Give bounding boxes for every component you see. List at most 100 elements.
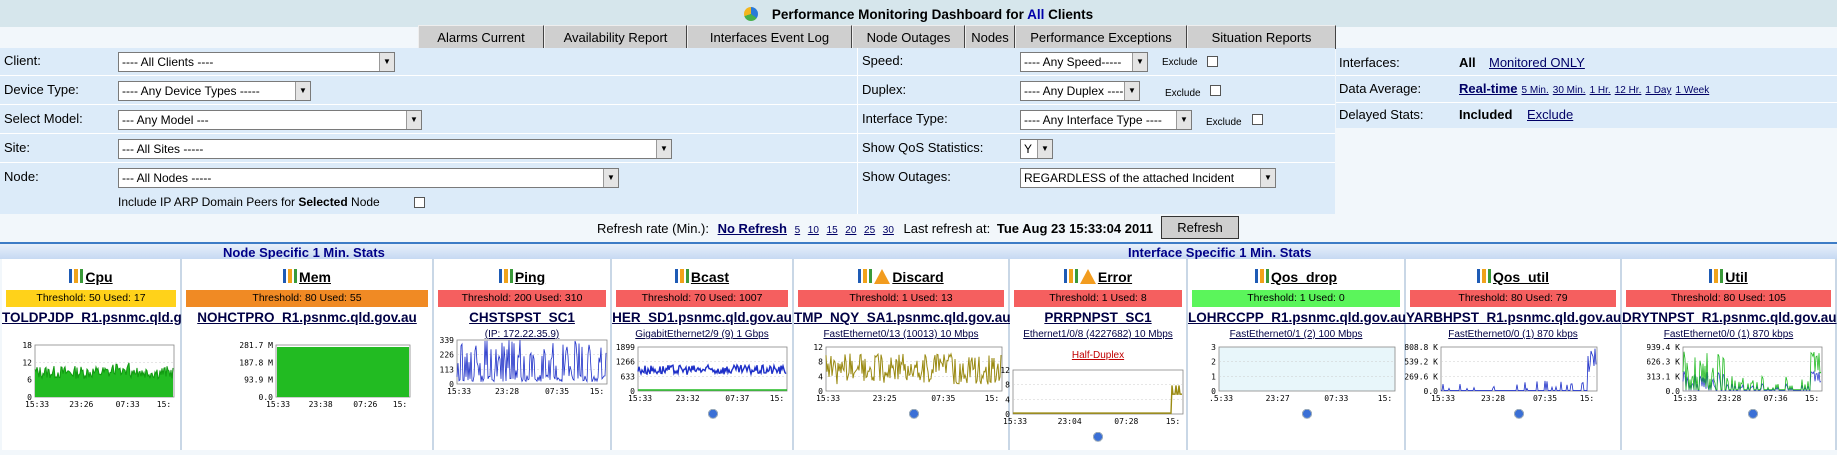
drilldown-icon[interactable]: [904, 405, 924, 421]
stat-chart[interactable]: 18991266633015:33 23:32 07:37 15:: [602, 342, 811, 406]
stat-title[interactable]: Cpu: [2, 269, 180, 285]
outages-select[interactable]: REGARDLESS of the attached Incident ▼: [1020, 168, 1276, 188]
stat-title[interactable]: Mem: [182, 269, 432, 285]
duplex-exclude-checkbox[interactable]: [1210, 85, 1221, 96]
duplex-warning-link[interactable]: Half-Duplex: [1010, 350, 1186, 361]
stat-title-link[interactable]: Qos_util: [1493, 269, 1549, 285]
interface-link[interactable]: FastEthernet0/0 (1) 870 kbps: [1622, 329, 1835, 340]
duplex-select[interactable]: ---- Any Duplex ---- ▼: [1020, 81, 1140, 101]
include-arp-checkbox[interactable]: [414, 197, 425, 208]
chevron-down-icon: ▼: [603, 169, 618, 187]
interface-link[interactable]: FastEthernet0/0 (1) 870 kbps: [1406, 329, 1620, 340]
stat-chart[interactable]: 808.8 K539.2 K269.6 K0.015:33 23:28 07:35 1…: [1405, 342, 1621, 406]
interface-type-select[interactable]: ---- Any Interface Type ---- ▼: [1020, 110, 1192, 130]
device-link[interactable]: HER_SD1.psnmc.qld.gov.au: [612, 310, 792, 325]
delayed-exclude-link[interactable]: Exclude: [1527, 107, 1573, 122]
interface-link[interactable]: FastEthernet0/13 (10013) 10 Mbps: [794, 329, 1008, 340]
speed-exclude-checkbox[interactable]: [1207, 56, 1218, 67]
interface-link[interactable]: GigabitEthernet2/9 (9) 1 Gbps: [612, 329, 792, 340]
node-select[interactable]: --- All Nodes ----- ▼: [118, 168, 619, 188]
stat-title-link[interactable]: Bcast: [691, 269, 729, 285]
stat-title[interactable]: Qos_util: [1406, 269, 1620, 285]
stat-title[interactable]: Bcast: [612, 269, 792, 285]
interface-link[interactable]: FastEthernet0/1 (2) 100 Mbps: [1188, 329, 1404, 340]
client-select[interactable]: ---- All Clients ---- ▼: [118, 52, 395, 72]
drilldown-icon[interactable]: [1509, 405, 1529, 421]
tab-availability-report[interactable]: Availability Report: [544, 25, 687, 49]
chart-plot-area: [1218, 346, 1396, 392]
drilldown-icon[interactable]: [1742, 405, 1763, 421]
avg-30min-link[interactable]: 30 Min.: [1553, 85, 1586, 96]
threshold-badge: Threshold: 1 Used: 8: [1014, 290, 1182, 307]
device-link[interactable]: YARBHPST_R1.psnmc.qld.gov.au: [1406, 310, 1621, 325]
stat-chart[interactable]: 339226113015:33 23:28 07:35 15:: [421, 335, 631, 399]
stat-title[interactable]: Util: [1622, 269, 1835, 285]
avg-1week-link[interactable]: 1 Week: [1676, 85, 1710, 96]
refresh-20-link[interactable]: 20: [845, 225, 856, 236]
include-arp-label: Include IP ARP Domain Peers for Selected…: [118, 195, 380, 209]
y-tick-label: 633: [621, 372, 636, 381]
refresh-button[interactable]: Refresh: [1161, 216, 1239, 239]
tab-alarms-current[interactable]: Alarms Current: [418, 25, 544, 49]
site-select[interactable]: --- All Sites ----- ▼: [118, 139, 672, 159]
interface-type-exclude-checkbox[interactable]: [1252, 114, 1263, 125]
stat-title-link[interactable]: Ping: [515, 269, 545, 285]
avg-1hr-link[interactable]: 1 Hr.: [1590, 85, 1611, 96]
stat-title[interactable]: Error: [1010, 269, 1186, 285]
device-link[interactable]: NOHCTPRO_R1.psnmc.qld.gov.au: [182, 310, 432, 325]
stat-title[interactable]: Qos_drop: [1188, 269, 1404, 285]
interface-link[interactable]: Ethernet1/0/8 (4227682) 10 Mbps: [1010, 329, 1186, 340]
avg-12hr-link[interactable]: 12 Hr.: [1615, 85, 1642, 96]
x-tick-label: 07:28: [1114, 417, 1138, 426]
stat-title[interactable]: Discard: [794, 269, 1008, 285]
qos-select[interactable]: Y ▼: [1020, 139, 1053, 159]
x-tick-label: 15:: [157, 400, 171, 409]
tab-nodes[interactable]: Nodes: [965, 25, 1015, 49]
device-link[interactable]: PRRPNPST_SC1: [1010, 310, 1186, 325]
model-select[interactable]: --- Any Model --- ▼: [118, 110, 422, 130]
x-tick-label: 15:33: [1431, 394, 1455, 403]
refresh-25-link[interactable]: 25: [864, 225, 875, 236]
interfaces-monitored-link[interactable]: Monitored ONLY: [1489, 55, 1585, 70]
interfaces-all-link[interactable]: All: [1459, 55, 1476, 70]
tab-performance-exceptions[interactable]: Performance Exceptions: [1015, 25, 1187, 49]
device-link[interactable]: LOHRCCPP_R1.psnmc.qld.gov.au: [1188, 310, 1406, 325]
stat-chart[interactable]: 1284015:33 23:04 07:28 15:: [977, 365, 1207, 429]
avg-1day-link[interactable]: 1 Day: [1645, 85, 1671, 96]
tab-situation-reports[interactable]: Situation Reports: [1187, 25, 1336, 49]
stat-chart[interactable]: 18126015:33 23:26 07:33 15:: [0, 340, 198, 412]
device-link[interactable]: TOLDPJDP_R1.psnmc.qld.gov.au: [2, 310, 216, 325]
drilldown-icon[interactable]: [1297, 405, 1317, 421]
delayed-included-text: Included: [1459, 107, 1513, 122]
realtime-link[interactable]: Real-time: [1459, 81, 1518, 96]
qos-select-value: Y: [1024, 142, 1033, 156]
device-link[interactable]: TMP_NQY_SA1.psnmc.qld.gov.au: [794, 310, 1011, 325]
speed-select[interactable]: ---- Any Speed----- ▼: [1020, 52, 1148, 72]
outages-label: Show Outages:: [862, 169, 951, 184]
no-refresh-link[interactable]: No Refresh: [718, 221, 787, 236]
refresh-5-link[interactable]: 5: [795, 225, 801, 236]
stat-title[interactable]: Ping: [434, 269, 610, 285]
tab-interfaces-event-log[interactable]: Interfaces Event Log: [687, 25, 852, 49]
filter-panel: Client: ---- All Clients ---- ▼ Device Ty…: [0, 48, 1335, 214]
stat-title-link[interactable]: Error: [1098, 269, 1132, 285]
stat-title-link[interactable]: Cpu: [85, 269, 112, 285]
device-type-select[interactable]: ---- Any Device Types ----- ▼: [118, 81, 311, 101]
stat-chart[interactable]: 939.4 K626.3 K313.1 K0.015:33 23:28 07:36 1…: [1647, 342, 1837, 406]
stat-title-link[interactable]: Qos_drop: [1271, 269, 1337, 285]
drilldown-icon[interactable]: [702, 405, 723, 421]
refresh-30-link[interactable]: 30: [883, 225, 894, 236]
tab-node-outages[interactable]: Node Outages: [852, 25, 965, 49]
refresh-15-link[interactable]: 15: [827, 225, 838, 236]
stat-chart[interactable]: 3210.5:33 23:27 07:33 15:: [1183, 342, 1419, 406]
stat-title-link[interactable]: Util: [1725, 269, 1748, 285]
stat-chart[interactable]: 281.7 M187.8 M93.9 M0.015:33 23:38 07:26 15…: [240, 340, 434, 412]
drilldown-icon[interactable]: [1088, 428, 1108, 444]
device-link[interactable]: CHSTSPST_SC1: [434, 310, 610, 325]
stat-title-link[interactable]: Mem: [299, 269, 331, 285]
stat-title-link[interactable]: Discard: [892, 269, 943, 285]
avg-5min-link[interactable]: 5 Min.: [1522, 85, 1549, 96]
refresh-10-link[interactable]: 10: [808, 225, 819, 236]
bar-chart-icon: [1476, 269, 1491, 283]
device-link[interactable]: DRYTNPST_R1.psnmc.qld.gov.au: [1622, 310, 1837, 325]
